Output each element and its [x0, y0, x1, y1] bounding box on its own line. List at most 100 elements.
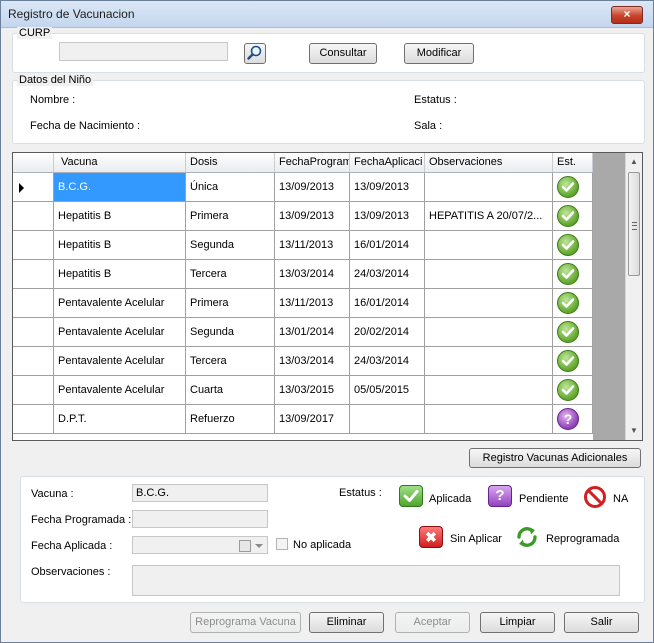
- limpiar-button[interactable]: Limpiar: [480, 612, 555, 633]
- registro-adicionales-button[interactable]: Registro Vacunas Adicionales: [469, 448, 641, 468]
- cell-observaciones[interactable]: [425, 289, 553, 318]
- cell-vacuna[interactable]: Pentavalente Acelular: [54, 376, 186, 405]
- cell-fecha-aplicada[interactable]: 24/03/2014: [350, 260, 425, 289]
- curp-input[interactable]: [59, 42, 228, 61]
- cell-observaciones[interactable]: [425, 260, 553, 289]
- cell-estatus[interactable]: [553, 173, 593, 202]
- cell-fecha-aplicada[interactable]: 20/02/2014: [350, 318, 425, 347]
- cell-dosis[interactable]: Primera: [186, 289, 275, 318]
- row-header[interactable]: [13, 376, 54, 405]
- header-vacuna[interactable]: Vacuna: [54, 153, 186, 172]
- table-row[interactable]: Hepatitis B Tercera 13/03/2014 24/03/2014: [13, 260, 593, 289]
- cell-observaciones[interactable]: [425, 347, 553, 376]
- cell-dosis[interactable]: Segunda: [186, 231, 275, 260]
- cell-vacuna[interactable]: Hepatitis B: [54, 231, 186, 260]
- scroll-thumb[interactable]: [628, 172, 640, 276]
- row-header[interactable]: [13, 202, 54, 231]
- aceptar-button[interactable]: Aceptar: [395, 612, 470, 633]
- cell-fecha-programada[interactable]: 13/09/2013: [275, 202, 350, 231]
- cell-estatus[interactable]: [553, 376, 593, 405]
- cell-estatus[interactable]: [553, 231, 593, 260]
- cell-observaciones[interactable]: [425, 231, 553, 260]
- row-header[interactable]: [13, 173, 54, 202]
- table-row[interactable]: Hepatitis B Segunda 13/11/2013 16/01/2014: [13, 231, 593, 260]
- cell-dosis[interactable]: Tercera: [186, 347, 275, 376]
- table-row[interactable]: Pentavalente Acelular Segunda 13/01/2014 20…: [13, 318, 593, 347]
- search-button[interactable]: [244, 43, 266, 64]
- row-header[interactable]: [13, 347, 54, 376]
- cell-estatus[interactable]: [553, 260, 593, 289]
- table-row[interactable]: Hepatitis B Primera 13/09/2013 13/09/2013 HE…: [13, 202, 593, 231]
- cell-fecha-programada[interactable]: 13/09/2013: [275, 173, 350, 202]
- header-fecha-programada[interactable]: FechaProgram: [275, 153, 350, 172]
- cell-estatus[interactable]: ?: [553, 405, 593, 434]
- header-estatus[interactable]: Est.: [553, 153, 593, 172]
- scroll-down-icon[interactable]: ▼: [626, 422, 642, 439]
- cell-dosis[interactable]: Primera: [186, 202, 275, 231]
- header-fecha-aplicada[interactable]: FechaAplicaci: [350, 153, 425, 172]
- cell-fecha-aplicada[interactable]: [350, 405, 425, 434]
- cell-vacuna[interactable]: B.C.G.: [54, 173, 186, 202]
- vaccination-grid[interactable]: Vacuna Dosis FechaProgram FechaAplicaci …: [12, 152, 643, 441]
- table-row[interactable]: Pentavalente Acelular Tercera 13/03/2014 24…: [13, 347, 593, 376]
- title-bar[interactable]: Registro de Vacunacion ×: [1, 1, 653, 28]
- eliminar-button[interactable]: Eliminar: [309, 612, 384, 633]
- scroll-up-icon[interactable]: ▲: [626, 153, 642, 170]
- row-header[interactable]: [13, 405, 54, 434]
- table-row[interactable]: D.P.T. Refuerzo 13/09/2017?: [13, 405, 593, 434]
- cell-fecha-aplicada[interactable]: 05/05/2015: [350, 376, 425, 405]
- cell-observaciones[interactable]: [425, 376, 553, 405]
- cell-vacuna[interactable]: Hepatitis B: [54, 202, 186, 231]
- cell-fecha-aplicada[interactable]: 16/01/2014: [350, 231, 425, 260]
- salir-button[interactable]: Salir: [564, 612, 639, 633]
- observaciones-field: [132, 565, 620, 596]
- cell-fecha-aplicada[interactable]: 13/09/2013: [350, 173, 425, 202]
- consultar-button[interactable]: Consultar: [309, 43, 377, 64]
- modificar-button[interactable]: Modificar: [404, 43, 474, 64]
- cell-observaciones[interactable]: HEPATITIS A 20/07/2...: [425, 202, 553, 231]
- vertical-scrollbar[interactable]: ▲ ▼: [625, 153, 642, 440]
- table-row[interactable]: Pentavalente Acelular Cuarta 13/03/2015 05/…: [13, 376, 593, 405]
- cell-fecha-programada[interactable]: 13/11/2013: [275, 289, 350, 318]
- row-header[interactable]: [13, 260, 54, 289]
- cell-observaciones[interactable]: [425, 405, 553, 434]
- grid-header: Vacuna Dosis FechaProgram FechaAplicaci …: [13, 153, 593, 173]
- cell-estatus[interactable]: [553, 347, 593, 376]
- cell-fecha-aplicada[interactable]: 24/03/2014: [350, 347, 425, 376]
- cell-fecha-programada[interactable]: 13/01/2014: [275, 318, 350, 347]
- table-row[interactable]: B.C.G. Única 13/09/2013 13/09/2013: [13, 173, 593, 202]
- cell-fecha-aplicada[interactable]: 13/09/2013: [350, 202, 425, 231]
- close-button[interactable]: ×: [611, 6, 643, 24]
- cell-observaciones[interactable]: [425, 318, 553, 347]
- cell-dosis[interactable]: Cuarta: [186, 376, 275, 405]
- cell-dosis[interactable]: Tercera: [186, 260, 275, 289]
- cell-vacuna[interactable]: Pentavalente Acelular: [54, 347, 186, 376]
- reprograma-vacuna-button[interactable]: Reprograma Vacuna: [190, 612, 301, 633]
- cell-vacuna[interactable]: Pentavalente Acelular: [54, 289, 186, 318]
- cell-vacuna[interactable]: Hepatitis B: [54, 260, 186, 289]
- cell-dosis[interactable]: Refuerzo: [186, 405, 275, 434]
- row-header[interactable]: [13, 231, 54, 260]
- cell-fecha-programada[interactable]: 13/03/2014: [275, 260, 350, 289]
- cell-vacuna[interactable]: Pentavalente Acelular: [54, 318, 186, 347]
- cell-fecha-programada[interactable]: 13/03/2015: [275, 376, 350, 405]
- cell-observaciones[interactable]: [425, 173, 553, 202]
- header-observaciones[interactable]: Observaciones: [425, 153, 553, 172]
- cell-estatus[interactable]: [553, 289, 593, 318]
- cell-fecha-programada[interactable]: 13/03/2014: [275, 347, 350, 376]
- aplicada-check-icon: [557, 350, 579, 372]
- cell-dosis[interactable]: Segunda: [186, 318, 275, 347]
- row-header[interactable]: [13, 289, 54, 318]
- cell-estatus[interactable]: [553, 202, 593, 231]
- cell-fecha-aplicada[interactable]: 16/01/2014: [350, 289, 425, 318]
- cell-fecha-programada[interactable]: 13/09/2017: [275, 405, 350, 434]
- cell-dosis[interactable]: Única: [186, 173, 275, 202]
- header-dosis[interactable]: Dosis: [186, 153, 275, 172]
- table-row[interactable]: Pentavalente Acelular Primera 13/11/2013 16…: [13, 289, 593, 318]
- cell-fecha-programada[interactable]: 13/11/2013: [275, 231, 350, 260]
- row-header[interactable]: [13, 318, 54, 347]
- cell-estatus[interactable]: [553, 318, 593, 347]
- fecha-aplicada-picker[interactable]: [132, 536, 268, 554]
- cell-vacuna[interactable]: D.P.T.: [54, 405, 186, 434]
- no-aplicada-checkbox[interactable]: [276, 538, 288, 550]
